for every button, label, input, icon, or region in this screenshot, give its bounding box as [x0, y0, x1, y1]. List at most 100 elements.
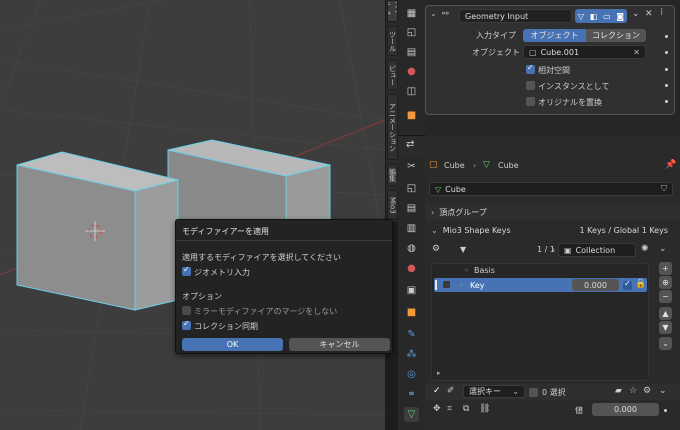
filter-dropdown-icon[interactable]: ▼	[460, 245, 466, 254]
output-icon[interactable]: ▤	[404, 201, 419, 216]
shape-key-lock-box[interactable]	[443, 281, 450, 288]
move-up-button[interactable]: ▲	[659, 307, 672, 320]
render-icon-2[interactable]: ◱	[404, 25, 419, 40]
mesh-name-field[interactable]: ▽ Cube ⛉	[429, 182, 673, 196]
mesh-data-icon: ▽	[435, 184, 442, 194]
viewport-display-icon[interactable]: ▭	[603, 12, 611, 21]
ok-button[interactable]: OK	[182, 338, 283, 351]
keyframe-dot-icon[interactable]	[664, 409, 667, 412]
close-icon[interactable]: ✕	[645, 9, 653, 19]
settings-icon[interactable]: ⚙	[432, 244, 440, 254]
collection-icon[interactable]: ▣	[404, 283, 419, 298]
object-field-icon: ▢	[529, 47, 537, 57]
selected-checkbox[interactable]	[529, 388, 538, 397]
remove-key-button[interactable]: −	[659, 290, 672, 303]
move-down-button[interactable]: ▼	[659, 321, 672, 334]
input-type-collection[interactable]: コレクション	[586, 29, 646, 42]
keyframe-dot-icon[interactable]	[665, 35, 668, 38]
constraints-icon[interactable]: ⚭	[404, 387, 419, 402]
list-item[interactable]: ◦ Basis	[432, 264, 648, 277]
keyframe-dot-icon[interactable]	[665, 84, 668, 87]
input-type-object[interactable]: オブジェクト	[523, 29, 586, 42]
scene-icon[interactable]: ◍	[404, 241, 419, 256]
3d-viewport[interactable]	[0, 0, 385, 430]
camera-icon[interactable]: ◙	[616, 12, 624, 21]
dropdown-chevron-icon[interactable]: ⌄	[659, 244, 667, 254]
tab-view[interactable]: ビュー	[387, 60, 398, 90]
mirror-no-merge-checkbox[interactable]	[182, 306, 191, 315]
input-type-label: 入力タイプ	[476, 31, 516, 40]
world-icon-2[interactable]: ◫	[404, 84, 419, 99]
tab-item[interactable]: アイテム	[387, 0, 398, 22]
tab-animation[interactable]: アニメーション	[387, 94, 398, 160]
keyframe-dot-icon[interactable]	[665, 68, 668, 71]
add-key-button[interactable]: +	[659, 262, 672, 275]
view-layer-icon[interactable]: ▥	[404, 221, 419, 236]
collection-select[interactable]: ▣ Collection	[558, 243, 636, 257]
modifier-toggle-group[interactable]: ▽ ◧ ▭ ◙	[575, 9, 627, 23]
tab-edit[interactable]: 編集	[387, 164, 398, 186]
specials-menu-button[interactable]: ⌄	[659, 337, 672, 350]
shape-key-value[interactable]: 0.000	[572, 279, 619, 291]
drag-icon[interactable]: ✥	[433, 404, 441, 414]
link-icon[interactable]: ⛓	[479, 404, 490, 414]
editor-type-icon[interactable]: ⇄	[406, 139, 414, 150]
keyframe-dot-icon[interactable]	[665, 100, 668, 103]
list-options-icon[interactable]: ▸	[437, 369, 441, 377]
list-item-active[interactable]: ◦ Key 0.000 🔒	[434, 278, 647, 292]
dropdown-chevron-icon[interactable]: ⌄	[659, 386, 667, 396]
physics-icon[interactable]: ◎	[404, 367, 419, 382]
check-icon[interactable]: ✓	[433, 386, 441, 396]
shape-keys-header[interactable]: ⌄ Mio3 Shape Keys 1 Keys / Global 1 Keys	[425, 223, 680, 238]
tag-icon[interactable]: ⌗	[447, 404, 452, 414]
select-key-dropdown[interactable]: 選択キー ⌄	[463, 385, 525, 398]
edit-mode-icon[interactable]: ◧	[590, 12, 598, 21]
particles-icon[interactable]: ⁂	[404, 347, 419, 362]
world-icon[interactable]: ●	[404, 261, 419, 276]
drag-handle-icon[interactable]: ⁞	[660, 7, 663, 18]
collapse-chevron-icon[interactable]: ⌄	[430, 9, 437, 18]
cancel-button[interactable]: キャンセル	[289, 338, 390, 351]
shape-key-list[interactable]: ◦ Basis ◦ Key 0.000 🔒 ▸	[431, 263, 649, 381]
replace-original-label: オリジナルを置換	[538, 98, 602, 107]
tool-icon[interactable]: ✂	[404, 159, 419, 174]
shape-key-mute-checkbox[interactable]	[623, 279, 632, 290]
shield-icon[interactable]: ⛉	[661, 184, 667, 194]
object-icon[interactable]: ■	[404, 305, 419, 320]
pin-icon[interactable]: 📌	[665, 160, 676, 170]
object-field[interactable]: ▢ Cube.001 ✕	[523, 45, 646, 59]
copy-icon[interactable]: ⧉	[463, 404, 469, 414]
keyframe-dot-icon[interactable]	[665, 51, 668, 54]
value-field[interactable]: 0.000	[592, 403, 659, 416]
render-icon[interactable]: ◱	[404, 181, 419, 196]
as-instance-checkbox[interactable]	[526, 81, 535, 90]
modifier-wrench-icon[interactable]: ✎	[404, 327, 419, 342]
modifier-name-field[interactable]: Geometry Input	[459, 9, 572, 23]
sync-icon[interactable]: ✺	[641, 244, 649, 254]
replace-original-checkbox[interactable]	[526, 97, 535, 106]
value-row: ✥ ⌗ ⧉ ⛓ 値 0.000	[425, 401, 680, 419]
options-label: オプション	[182, 292, 222, 301]
dropdown-chevron-icon[interactable]: ⌄	[632, 9, 640, 19]
tab-tool[interactable]: ツール	[387, 26, 398, 56]
tab-mio3[interactable]: Mio3	[387, 190, 398, 220]
clear-icon[interactable]: ✕	[633, 48, 640, 57]
collection-sync-checkbox[interactable]	[182, 319, 191, 330]
options-icon[interactable]: ⚙	[643, 386, 651, 396]
eyedropper-icon[interactable]: ✐	[447, 386, 455, 396]
object-icon-2[interactable]: ■	[404, 108, 419, 123]
scene-icon-2[interactable]: ●	[404, 64, 419, 79]
geometry-input-checkbox[interactable]	[182, 265, 191, 276]
tool-icon-2[interactable]: ▦	[404, 6, 419, 21]
vertex-groups-header[interactable]: › 頂点グループ	[425, 205, 680, 220]
selected-count: 0 選択	[542, 388, 566, 397]
pager-arrow-icon[interactable]: ›	[552, 245, 555, 254]
add-plus-button[interactable]: ⊕	[659, 276, 672, 289]
star-icon[interactable]: ☆	[629, 386, 637, 396]
lock-icon[interactable]: 🔒	[635, 279, 646, 289]
geometry-nodes-icon[interactable]: ▽	[578, 12, 584, 21]
object-data-icon[interactable]: ▽	[404, 407, 419, 422]
folder-icon[interactable]: ▰	[615, 386, 622, 396]
relative-space-checkbox[interactable]	[526, 63, 535, 74]
output-icon-2[interactable]: ▤	[404, 45, 419, 60]
